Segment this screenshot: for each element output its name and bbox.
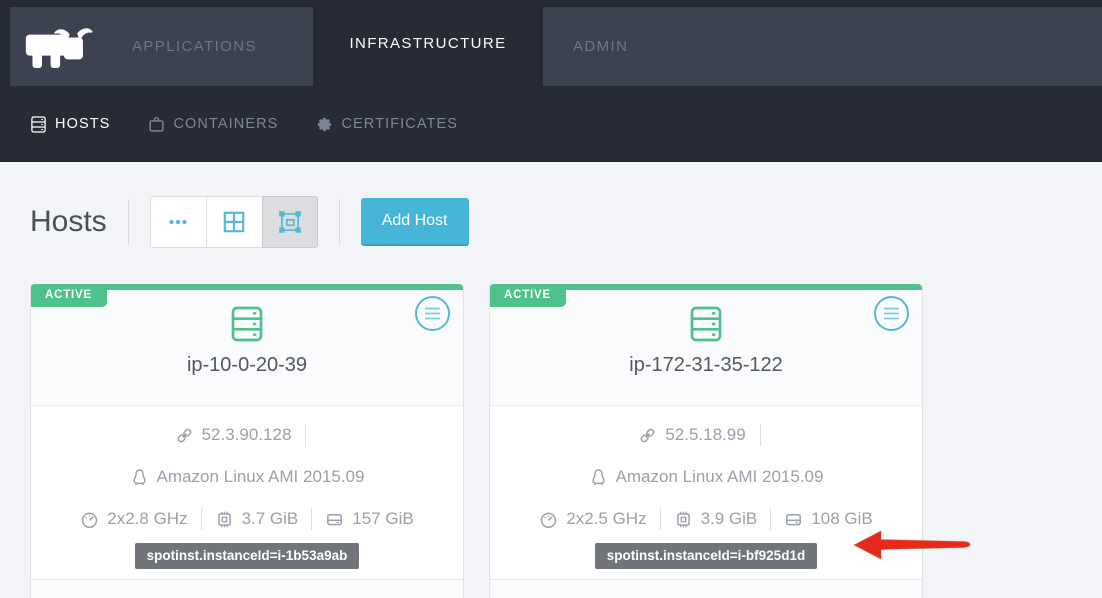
- list-view-button[interactable]: [150, 196, 206, 248]
- rancher-cow-logo: [22, 22, 102, 72]
- hosts-toolbar: Hosts Add Host: [0, 195, 1102, 248]
- storage-disk-icon: [325, 510, 344, 529]
- subnav-item-containers[interactable]: CONTAINERS: [148, 116, 278, 133]
- host-label-badge: spotinst.instanceId=i-bf925d1d: [595, 543, 817, 569]
- linux-penguin-icon: [130, 468, 149, 487]
- card-header: ip-10-0-20-39: [31, 290, 463, 406]
- tab-applications[interactable]: APPLICATIONS: [132, 38, 257, 55]
- card-footer-cutoff: [490, 579, 922, 598]
- host-icon: [231, 306, 263, 342]
- meta-divider: [311, 508, 312, 530]
- subnav-certificates-label: CERTIFICATES: [341, 116, 458, 132]
- host-memory: 3.9 GiB: [701, 509, 758, 529]
- host-ip: 52.5.18.99: [665, 425, 745, 445]
- topology-view-icon: [277, 209, 303, 235]
- subnav-containers-label: CONTAINERS: [173, 116, 278, 132]
- host-os-row: Amazon Linux AMI 2015.09: [490, 456, 922, 498]
- host-ip: 52.3.90.128: [202, 425, 292, 445]
- tab-infrastructure[interactable]: INFRASTRUCTURE: [313, 0, 543, 86]
- hosts-icon: [30, 116, 47, 133]
- meta-divider: [770, 508, 771, 530]
- annotation-arrow-icon: [851, 528, 972, 562]
- subnav-hosts-label: HOSTS: [55, 116, 110, 132]
- status-badge: ACTIVE: [31, 284, 107, 307]
- top-nav-left-block: APPLICATIONS: [10, 7, 313, 86]
- view-mode-group: [150, 196, 318, 248]
- tab-admin[interactable]: ADMIN: [573, 38, 628, 55]
- card-menu-icon[interactable]: [873, 295, 910, 332]
- toolbar-divider: [128, 199, 129, 245]
- page-title: Hosts: [30, 205, 107, 239]
- toolbar-divider: [339, 199, 340, 245]
- top-nav: APPLICATIONS ADMIN INFRASTRUCTURE: [0, 0, 1102, 86]
- grid-view-icon: [221, 209, 247, 235]
- memory-icon: [674, 510, 693, 529]
- meta-divider: [201, 508, 202, 530]
- card-header: ip-172-31-35-122: [490, 290, 922, 406]
- host-os-row: Amazon Linux AMI 2015.09: [31, 456, 463, 498]
- host-name[interactable]: ip-10-0-20-39: [31, 354, 463, 377]
- host-icon: [690, 306, 722, 342]
- meta-divider: [660, 508, 661, 530]
- host-cpu: 2x2.8 GHz: [107, 509, 187, 529]
- rancher-hosts-page: { "nav": { "tabs": [ { "label": "APPLICA…: [0, 0, 1102, 598]
- host-ip-row: 52.5.18.99: [490, 414, 922, 456]
- status-badge: ACTIVE: [490, 284, 566, 307]
- subnav-item-certificates[interactable]: CERTIFICATES: [316, 116, 458, 133]
- host-specs-row: 2x2.8 GHz 3.7 GiB 157 GiB: [31, 498, 463, 540]
- card-details: 52.3.90.128 Amazon Linux AMI 2015.09 2x2…: [31, 406, 463, 579]
- link-icon: [638, 426, 657, 445]
- cpu-gauge-icon: [80, 510, 99, 529]
- meta-divider: [760, 424, 761, 446]
- card-footer-cutoff: [31, 579, 463, 598]
- host-storage: 157 GiB: [352, 509, 413, 529]
- host-memory: 3.7 GiB: [242, 509, 299, 529]
- tab-infrastructure-label: INFRASTRUCTURE: [349, 35, 506, 52]
- list-view-icon: [165, 209, 191, 235]
- memory-icon: [215, 510, 234, 529]
- host-name[interactable]: ip-172-31-35-122: [490, 354, 922, 377]
- add-host-button[interactable]: Add Host: [361, 198, 469, 246]
- host-os: Amazon Linux AMI 2015.09: [616, 467, 824, 487]
- subnav-item-hosts[interactable]: HOSTS: [30, 116, 110, 133]
- sub-nav: HOSTS CONTAINERS CERTIFICATES: [0, 86, 1102, 162]
- host-label-badge: spotinst.instanceId=i-1b53a9ab: [135, 543, 360, 569]
- meta-divider: [305, 424, 306, 446]
- host-ip-row: 52.3.90.128: [31, 414, 463, 456]
- containers-icon: [148, 116, 165, 133]
- header: APPLICATIONS ADMIN INFRASTRUCTURE HOSTS …: [0, 0, 1102, 162]
- linux-penguin-icon: [589, 468, 608, 487]
- host-os: Amazon Linux AMI 2015.09: [157, 467, 365, 487]
- card-menu-icon[interactable]: [414, 295, 451, 332]
- certificates-icon: [316, 116, 333, 133]
- host-card: ACTIVE ip-10-0-20-39 52.3.90.128 Amazon …: [30, 284, 464, 598]
- link-icon: [175, 426, 194, 445]
- top-nav-right-block: ADMIN: [543, 7, 1102, 86]
- topology-view-button[interactable]: [262, 196, 318, 248]
- grid-view-button[interactable]: [206, 196, 262, 248]
- storage-disk-icon: [784, 510, 803, 529]
- cpu-gauge-icon: [539, 510, 558, 529]
- host-cpu: 2x2.5 GHz: [566, 509, 646, 529]
- host-storage: 108 GiB: [811, 509, 872, 529]
